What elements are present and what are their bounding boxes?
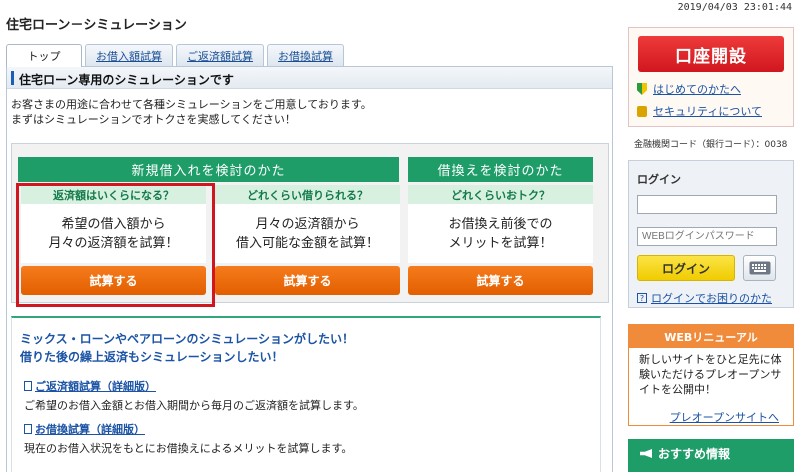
repayment-detail-link[interactable]: ご返済額試算（詳細版） [35,380,156,393]
detailed-simulations: ミックス・ローンやペアローンのシミュレーションがしたい！ 借りた後の繰上返済もシ… [11,316,601,472]
tab-bar: トップ お借入額試算 ご返済額試算 お借換試算 [6,44,347,67]
card-subtitle: 返済額はいくらになる？ [21,185,206,204]
link-item-refinance-detail: お借換試算（詳細版） 現在のお借入状況をもとにお借換えによるメリットを試算します… [24,421,352,456]
refinance-detail-link[interactable]: お借換試算（詳細版） [35,423,145,436]
beginner-badge-icon [637,83,647,95]
preopen-site-link[interactable]: プレオープンサイトへ [670,409,779,425]
tab-top[interactable]: トップ [6,44,82,67]
lock-icon [637,105,647,117]
question-icon: ? [637,293,647,303]
open-account-button[interactable]: 口座開設 [638,36,784,72]
main-panel: 住宅ローン専用のシミュレーションです お客さまの用途に合わせて各種シミュレーショ… [6,66,613,472]
document-icon [24,381,32,391]
card-subtitle: どれくらい借りられる？ [215,185,400,204]
intro-line-1: お客さまの用途に合わせて各種シミュレーションをご用意しております。 [11,98,372,111]
card-refinance: どれくらいおトク？ お借換え前後での メリットを試算！ 試算する [408,185,593,303]
detailed-lead: ミックス・ローンやペアローンのシミュレーションがしたい！ 借りた後の繰上返済もシ… [20,332,354,364]
card-description: 月々の返済額から 借入可能な金額を試算！ [215,204,400,263]
page-title: 住宅ローン－シミュレーション [6,18,187,33]
password-field[interactable] [637,227,777,246]
bank-code: 金融機関コード（銀行コード）：0038 [634,140,788,150]
megaphone-icon [640,449,652,458]
renewal-title: WEBリニューアル [629,325,793,348]
link-description: ご希望のお借入金額とお借入期間から毎月のご返済額を試算します。 [24,399,364,412]
link-item-repayment-detail: ご返済額試算（詳細版） ご希望のお借入金額とお借入期間から毎月のご返済額を試算し… [24,378,364,413]
web-renewal-box: WEBリニューアル 新しいサイトをひと足先に体験いただけるプレオープンサイトを公… [628,324,794,426]
recommendations-box: おすすめ情報 [628,439,794,472]
simulate-button[interactable]: 試算する [215,266,400,295]
link-description: 現在のお借入状況をもとにお借換えによるメリットを試算します。 [24,442,353,455]
intro-text: お客さまの用途に合わせて各種シミュレーションをご用意しております。 まずはシミュ… [11,97,372,127]
document-icon [24,424,32,434]
login-box: ログイン ログイン ?ログインでお困りのかた [628,160,794,308]
card-description: 希望の借入額から 月々の返済額を試算！ [21,204,206,263]
security-link[interactable]: セキュリティについて [637,103,762,119]
group-new-loan: 新規借入れを検討のかた [18,157,399,182]
login-button[interactable]: ログイン [637,255,735,281]
group-refinance: 借換えを検討のかた [408,157,593,182]
simulate-button[interactable]: 試算する [21,266,206,295]
tab-borrow-amount[interactable]: お借入額試算 [85,44,173,66]
intro-line-2: まずはシミュレーションでオトクさを実感してください！ [11,113,296,126]
card-borrowable: どれくらい借りられる？ 月々の返済額から 借入可能な金額を試算！ 試算する [215,185,400,303]
login-title: ログイン [637,173,681,186]
software-keyboard-button[interactable] [743,255,776,281]
login-help-link[interactable]: ? ログインでお困りのかた [637,290,772,306]
keyboard-icon [749,261,770,275]
open-account-box: 口座開設 はじめてのかたへ セキュリティについて [628,27,794,127]
simulation-cards: 新規借入れを検討のかた 借換えを検討のかた 返済額はいくらになる？ 希望の借入額… [11,143,609,307]
section-heading: 住宅ローン専用のシミュレーションです [7,67,612,89]
card-repayment: 返済額はいくらになる？ 希望の借入額から 月々の返済額を試算！ 試算する [16,183,215,307]
card-subtitle: どれくらいおトク？ [408,185,593,204]
beginner-link[interactable]: はじめてのかたへ [637,81,741,97]
recommendations-title: おすすめ情報 [640,445,730,462]
renewal-text: 新しいサイトをひと足先に体験いただけるプレオープンサイトを公開中！ [639,353,782,396]
timestamp: 2019/04/03 23:01:44 [677,2,792,13]
simulate-button[interactable]: 試算する [408,266,593,295]
tab-refinance[interactable]: お借換試算 [267,44,344,66]
user-id-field[interactable] [637,195,777,214]
section-heading-text: 住宅ローン専用のシミュレーションです [19,73,234,87]
card-description: お借換え前後での メリットを試算！ [408,204,593,263]
heading-bar [11,71,14,85]
tab-repayment[interactable]: ご返済額試算 [176,44,264,66]
